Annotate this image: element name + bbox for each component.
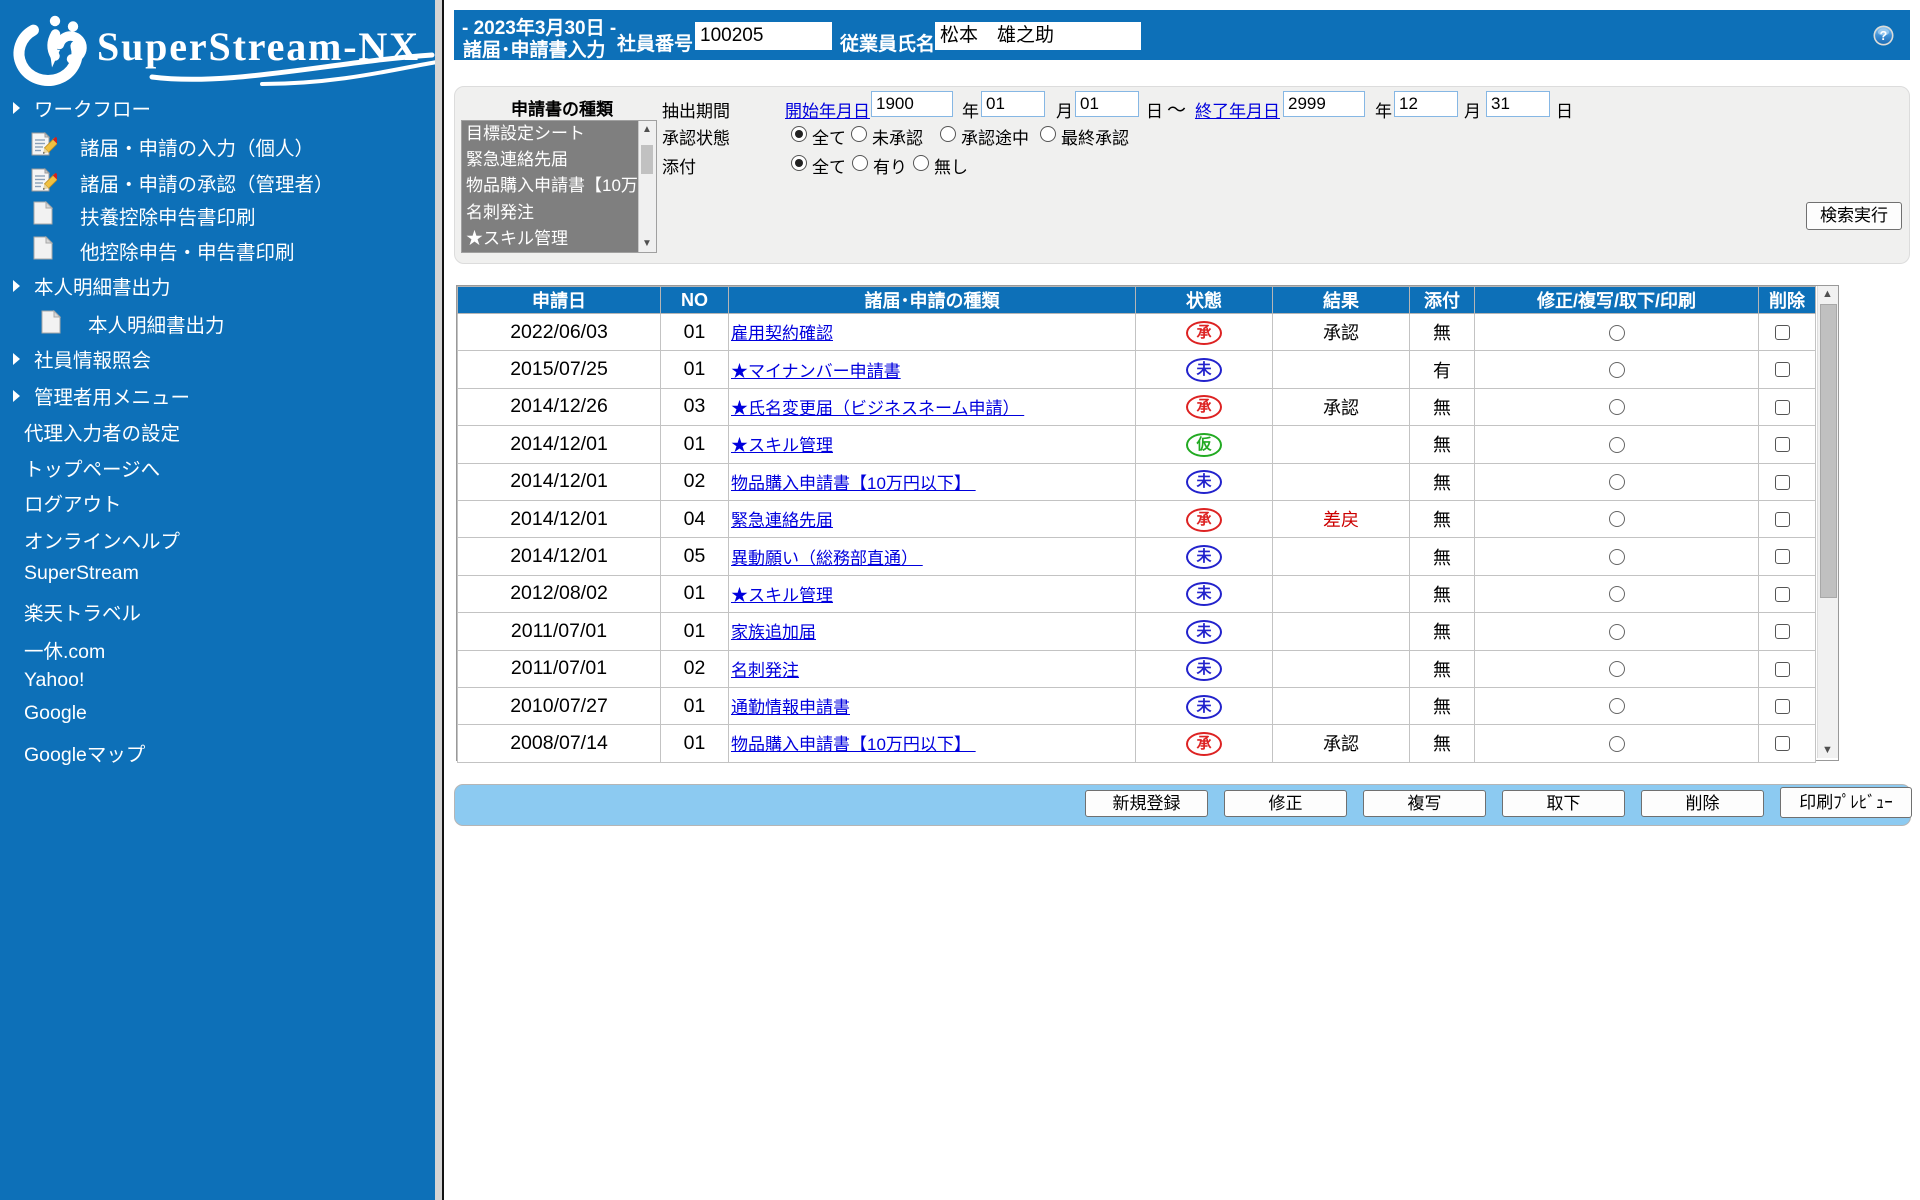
svg-text:?: ?	[1880, 29, 1888, 43]
